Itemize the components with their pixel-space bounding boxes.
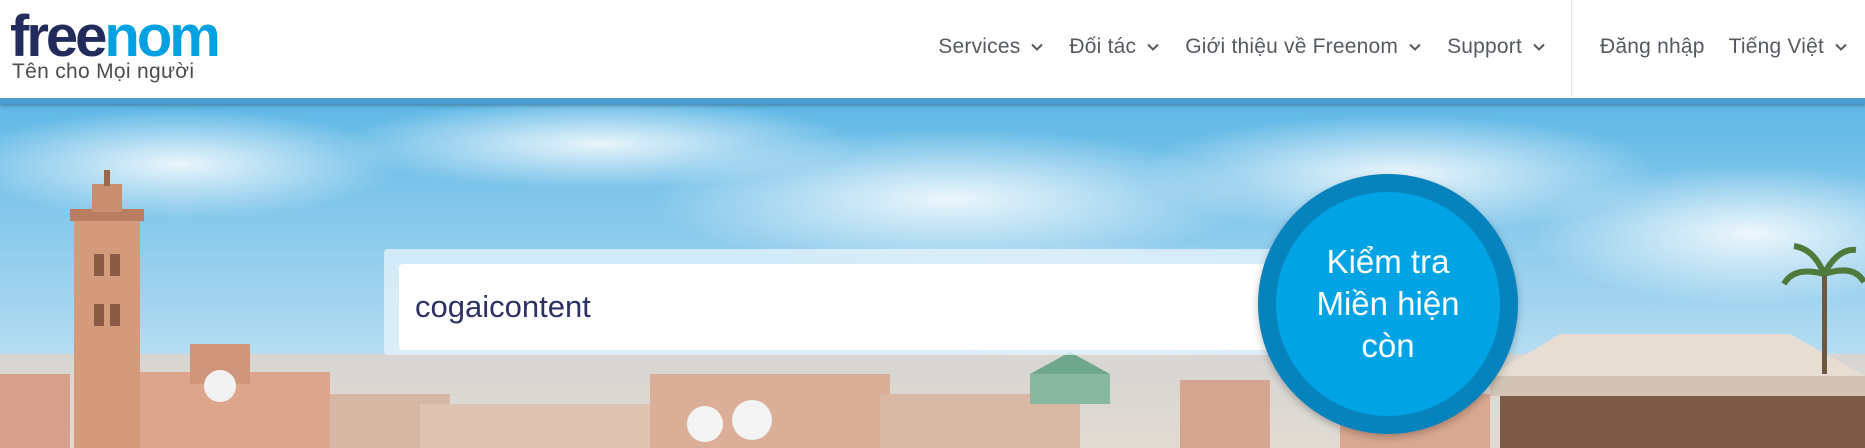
check-availability-button[interactable]: Kiểm tra Miền hiện còn [1258,174,1518,434]
header-accent-bar [0,98,1865,104]
chevron-down-icon [1147,43,1159,51]
chevron-down-icon [1835,43,1847,51]
domain-search-input[interactable] [399,264,1279,350]
chevron-down-icon [1031,43,1044,51]
main-navigation: Services Đối tác Giới thiệu về Freenom S… [926,0,1865,96]
nav-item-label: Services [938,35,1021,58]
nav-item-label: Support [1447,35,1523,58]
nav-item-services[interactable]: Services [926,35,1057,59]
hero-section: Kiểm tra Miền hiện còn [0,104,1865,448]
language-label: Tiếng Việt [1728,35,1824,58]
nav-item-partners[interactable]: Đối tác [1057,35,1173,59]
check-availability-label: Kiểm tra Miền hiện còn [1316,243,1460,364]
login-label: Đăng nhập [1600,35,1705,58]
site-header: freenom Tên cho Mọi người Services Đối t… [0,0,1865,98]
nav-user-area: Đăng nhập Tiếng Việt [1588,35,1865,59]
language-selector[interactable]: Tiếng Việt [1717,35,1861,59]
nav-item-label: Đối tác [1069,35,1137,58]
check-availability-button-face[interactable]: Kiểm tra Miền hiện còn [1276,192,1500,416]
chevron-down-icon [1409,43,1421,51]
nav-item-about[interactable]: Giới thiệu về Freenom [1173,35,1435,59]
freenom-logo[interactable]: freenom [10,8,221,66]
login-link[interactable]: Đăng nhập [1588,35,1717,59]
nav-divider [1571,0,1573,96]
nav-item-label: Giới thiệu về Freenom [1185,35,1399,58]
logo-tagline: Tên cho Mọi người [12,60,195,83]
logo-wordmark: freenom [10,8,221,66]
nav-item-support[interactable]: Support [1435,35,1559,59]
chevron-down-icon [1533,43,1545,51]
domain-search-panel [384,249,1284,355]
